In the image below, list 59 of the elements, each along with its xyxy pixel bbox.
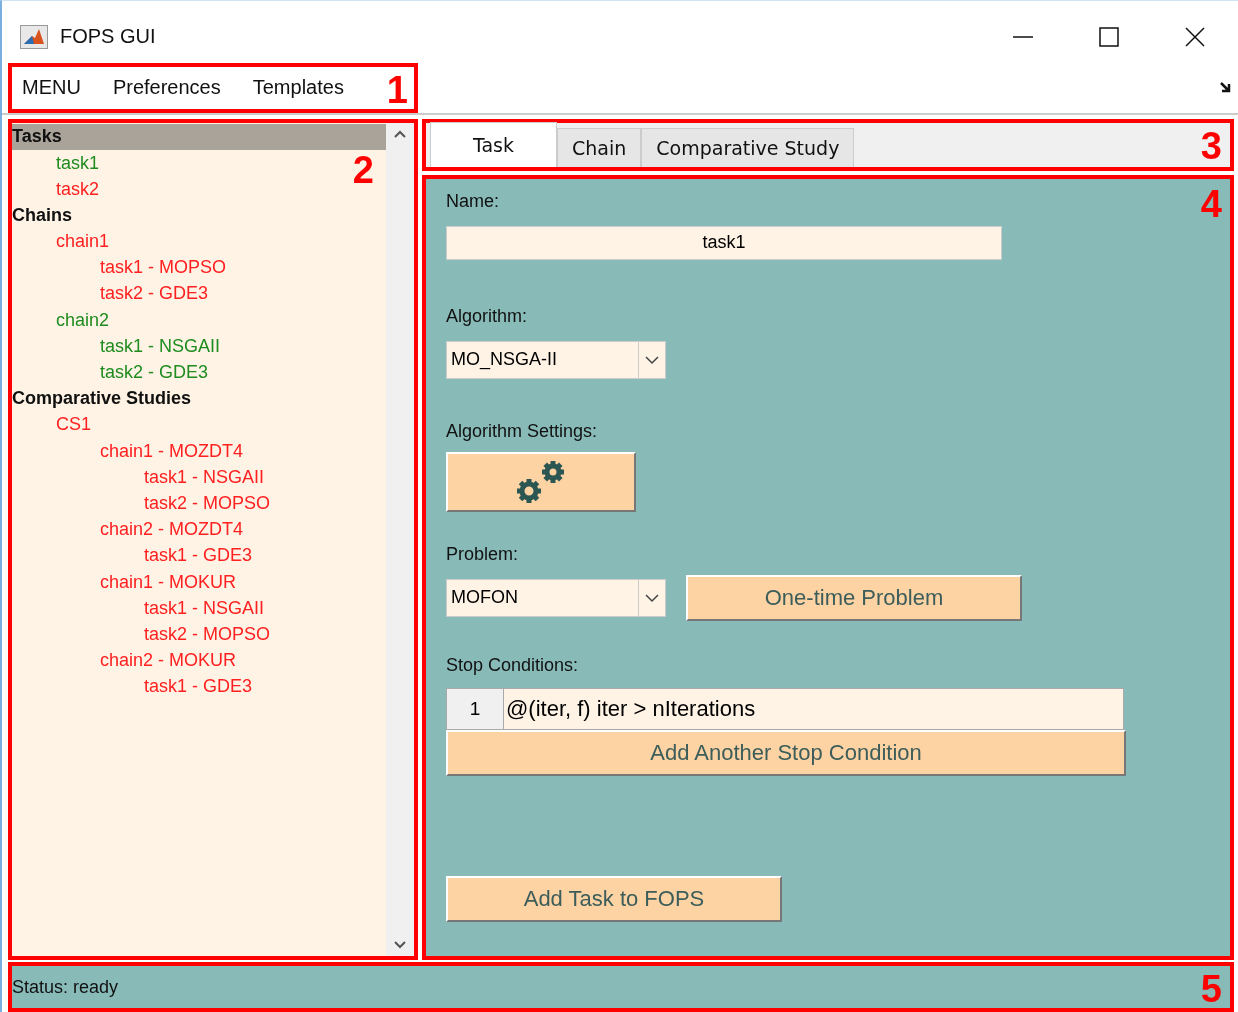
algorithm-dropdown[interactable]: MO_NSGA-II — [446, 340, 666, 379]
tree-item[interactable]: task2 - GDE3 — [12, 280, 209, 308]
caret-icon — [645, 592, 659, 603]
tree-item[interactable]: chain1 - MOZDT4 — [12, 437, 244, 465]
name-field[interactable]: task1 — [446, 225, 1002, 260]
callout-number: 4 — [1200, 184, 1222, 223]
callout-number: 1 — [386, 70, 408, 109]
one-time-problem-button[interactable]: One-time Problem — [686, 574, 1022, 621]
tree-item[interactable]: task2 - GDE3 — [12, 359, 209, 386]
menu-item[interactable]: MENU — [22, 76, 81, 100]
scroll-down-icon — [394, 940, 406, 951]
tree-item[interactable]: Chains — [12, 202, 72, 229]
menu-item[interactable]: Templates — [252, 76, 344, 100]
scroll-bar[interactable] — [386, 122, 414, 957]
tree-item[interactable]: chain1 - MOKUR — [12, 568, 237, 596]
window-title: FOPS GUI — [60, 25, 157, 49]
field-label: Stop Conditions: — [446, 654, 580, 676]
field-label: Algorithm: — [446, 305, 529, 327]
field-label: Name: — [446, 190, 500, 212]
field-label: Problem: — [446, 543, 520, 565]
tree-item[interactable]: chain2 — [12, 307, 110, 334]
tree-item[interactable]: task1 - GDE3 — [12, 673, 253, 700]
callout-number: 2 — [352, 150, 374, 189]
status-text: Status: ready — [12, 976, 119, 998]
table-cell[interactable]: @(iter, f) iter > nIterations — [504, 688, 1123, 729]
tree-item[interactable]: CS1 — [12, 411, 91, 438]
tree-item[interactable]: Tasks — [12, 123, 386, 150]
tree-item[interactable]: task1 - NSGAII — [12, 464, 265, 491]
tree-item[interactable]: task1 - NSGAII — [12, 595, 265, 622]
app-icon — [20, 24, 48, 49]
tree-item[interactable]: task1 - MOPSO — [12, 254, 227, 281]
menu-item[interactable]: Preferences — [112, 76, 221, 100]
tree-item[interactable]: chain2 - MOZDT4 — [12, 516, 244, 543]
tree-item[interactable]: chain1 — [12, 228, 110, 255]
row-number: 1 — [447, 688, 504, 729]
add-stop-condition-button[interactable]: Add Another Stop Condition — [446, 729, 1126, 776]
tree-item[interactable]: chain2 - MOKUR — [12, 647, 237, 674]
tree-item[interactable]: task2 - MOPSO — [12, 621, 271, 648]
scroll-up-icon — [394, 128, 406, 139]
tree-item[interactable]: Comparative Studies — [12, 385, 192, 412]
problem-dropdown[interactable]: MOFON — [446, 578, 666, 617]
tree-item[interactable]: task1 - GDE3 — [12, 542, 253, 569]
close-icon — [1185, 26, 1205, 47]
callout-number: 5 — [1200, 970, 1222, 1009]
tree-item[interactable]: task1 — [12, 149, 100, 177]
dock-arrow-icon — [1219, 79, 1232, 93]
maximize-icon — [1099, 26, 1119, 47]
add-task-button[interactable]: Add Task to FOPS — [446, 876, 782, 923]
tree-item[interactable]: task2 - MOPSO — [12, 490, 271, 517]
tab[interactable]: Chain — [557, 127, 642, 167]
settings-button[interactable] — [446, 451, 636, 512]
caret-icon — [645, 354, 659, 365]
tab[interactable]: Task — [430, 121, 557, 167]
tree-item[interactable]: task2 — [12, 176, 100, 203]
tab[interactable]: Comparative Study — [641, 127, 855, 167]
callout-number: 3 — [1200, 126, 1222, 165]
tree-item[interactable]: task1 - NSGAII — [12, 333, 221, 360]
field-label: Algorithm Settings: — [446, 420, 599, 442]
minimize-icon — [1013, 35, 1033, 38]
